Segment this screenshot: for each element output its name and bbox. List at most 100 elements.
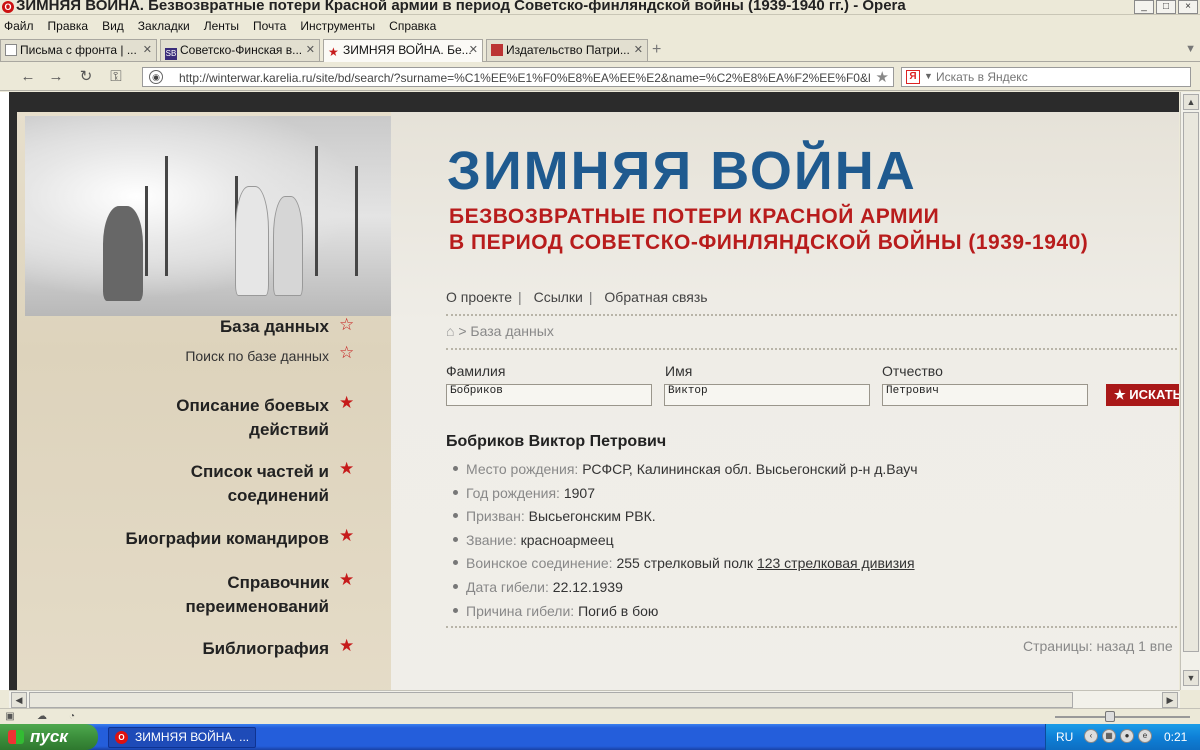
close-tab-icon[interactable]: ✕: [469, 40, 478, 60]
tab-publisher[interactable]: Издательство Патри... ✕: [486, 39, 648, 61]
taskbar-item-opera[interactable]: O ЗИМНЯЯ ВОЙНА. ...: [108, 727, 256, 748]
star-icon: ★: [339, 393, 355, 412]
death-cause-label: Причина гибели:: [466, 602, 575, 619]
tab-soviet-finnish[interactable]: SB Советско-Финская в... ✕: [160, 39, 320, 61]
division-link[interactable]: 123 стрелковая дивизия: [757, 555, 915, 571]
opera-logo-icon: O: [2, 1, 14, 13]
rank-label: Звание:: [466, 531, 517, 548]
site-info-icon[interactable]: ◉: [149, 70, 163, 84]
yandex-icon: Я: [906, 70, 920, 84]
sidebar-item-battles[interactable]: Описание боевых действий: [109, 394, 329, 442]
menu-view[interactable]: Вид: [102, 19, 124, 33]
divider: [446, 348, 1179, 350]
result-details: Место рождения: РСФСР, Калининская обл. …: [453, 458, 918, 623]
star-outline-icon: ☆: [339, 315, 355, 334]
url-text[interactable]: http://winterwar.karelia.ru/site/bd/sear…: [179, 71, 879, 85]
window-title: ЗИМНЯЯ ВОЙНА. Безвозвратные потери Красн…: [16, 0, 906, 14]
turbo-icon[interactable]: ☁: [36, 711, 48, 723]
close-tab-icon[interactable]: ✕: [634, 40, 643, 60]
search-box[interactable]: Я ▼: [901, 67, 1191, 87]
menu-bookmarks[interactable]: Закладки: [138, 19, 190, 33]
sidebar-item-database[interactable]: База данных: [220, 315, 329, 339]
list-item: Дата гибели: 22.12.1939: [453, 576, 918, 600]
maximize-button[interactable]: □: [1156, 0, 1176, 14]
scrollbar-corner: [1180, 690, 1200, 708]
sidebar-item-units[interactable]: Список частей и соединений: [129, 460, 329, 508]
nav-about[interactable]: О проекте: [446, 289, 512, 305]
speed-dial-icon[interactable]: ◔: [66, 711, 78, 723]
scroll-up-icon[interactable]: ▲: [1183, 94, 1199, 110]
sidebar-item-biographies[interactable]: Биографии командиров: [126, 527, 329, 551]
scroll-thumb[interactable]: [29, 692, 1073, 708]
nav-feedback[interactable]: Обратная связь: [604, 289, 707, 305]
surname-field[interactable]: Бобриков: [446, 384, 652, 406]
menu-file[interactable]: Файл: [4, 19, 34, 33]
start-button[interactable]: пуск: [0, 724, 98, 750]
tab-list-icon[interactable]: ▼: [1185, 43, 1196, 55]
close-tab-icon[interactable]: ✕: [306, 40, 315, 60]
bookmark-star-icon[interactable]: ★: [876, 68, 889, 86]
menu-bar: Файл Правка Вид Закладки Ленты Почта Инс…: [0, 16, 1200, 36]
chevron-down-icon[interactable]: ▼: [924, 71, 933, 81]
panel-toggle-icon[interactable]: ▣: [4, 711, 16, 723]
reload-icon[interactable]: ↻: [76, 67, 96, 87]
breadcrumb-current[interactable]: > База данных: [458, 323, 553, 339]
windows-logo-icon: [8, 730, 24, 744]
menu-help[interactable]: Справка: [389, 19, 436, 33]
navigation-toolbar: ← → ↻ ⚿ ◉ http://winterwar.karelia.ru/si…: [0, 63, 1200, 91]
security-icon[interactable]: ●: [1120, 729, 1134, 743]
network-icon[interactable]: ▦: [1102, 729, 1116, 743]
patronymic-field[interactable]: Петрович: [882, 384, 1088, 406]
name-field[interactable]: Виктор: [664, 384, 870, 406]
subtitle-line-2: В ПЕРИОД СОВЕТСКО-ФИНЛЯНДСКОЙ ВОЙНЫ (193…: [449, 231, 1089, 254]
nav-links[interactable]: Ссылки: [534, 289, 583, 305]
zoom-slider-handle[interactable]: [1105, 711, 1115, 722]
scroll-right-icon[interactable]: ▶: [1162, 692, 1178, 708]
scroll-left-icon[interactable]: ◀: [11, 692, 27, 708]
pagination[interactable]: Страницы: назад 1 впе: [1023, 638, 1173, 654]
patronymic-label: Отчество: [882, 363, 943, 379]
scroll-thumb[interactable]: [1183, 112, 1199, 652]
breadcrumb: ⌂ > База данных: [446, 323, 554, 339]
menu-edit[interactable]: Правка: [48, 19, 89, 33]
search-button[interactable]: ★ ИСКАТЬ: [1106, 384, 1179, 406]
rank-value: красноармеец: [520, 531, 614, 548]
home-icon[interactable]: ⌂: [446, 323, 454, 339]
browser-tray-icon[interactable]: e: [1138, 729, 1152, 743]
sidebar-item-database-search[interactable]: Поиск по базе данных: [185, 344, 329, 368]
top-navigation: О проекте | Ссылки | Обратная связь: [446, 289, 714, 305]
search-input[interactable]: [936, 69, 1186, 85]
menu-tools[interactable]: Инструменты: [300, 19, 375, 33]
horizontal-scrollbar[interactable]: ◀ ▶: [9, 690, 1180, 708]
zoom-slider[interactable]: [1055, 716, 1190, 718]
language-indicator[interactable]: RU: [1056, 730, 1073, 744]
system-tray: RU ‹ ▦ ● e 0:21: [1045, 724, 1200, 750]
menu-mail[interactable]: Почта: [253, 19, 286, 33]
close-tab-icon[interactable]: ✕: [143, 40, 152, 60]
minimize-button[interactable]: _: [1134, 0, 1154, 14]
scroll-down-icon[interactable]: ▼: [1183, 670, 1199, 686]
start-label: пуск: [30, 727, 68, 746]
sidebar-item-bibliography[interactable]: Библиография: [202, 637, 329, 661]
list-item: Место рождения: РСФСР, Калининская обл. …: [453, 458, 918, 482]
tab-label: Издательство Патри...: [506, 43, 630, 57]
star-icon: ★: [339, 526, 355, 545]
red-star-icon: ★: [328, 45, 339, 59]
taskbar-item-label: ЗИМНЯЯ ВОЙНА. ...: [135, 730, 250, 744]
list-item: Звание: красноармеец: [453, 529, 918, 553]
tab-letters-from-front[interactable]: Письма с фронта | ... ✕: [0, 39, 157, 61]
menu-feeds[interactable]: Ленты: [204, 19, 239, 33]
key-icon[interactable]: ⚿: [106, 67, 126, 87]
tab-winter-war[interactable]: ★ ЗИМНЯЯ ВОЙНА. Бе... ✕: [323, 39, 483, 62]
vertical-scrollbar[interactable]: ▲ ▼: [1180, 92, 1200, 690]
new-tab-icon[interactable]: +: [652, 41, 661, 59]
star-icon: ★: [1114, 387, 1126, 402]
death-cause-value: Погиб в бою: [578, 602, 659, 619]
winter-war-photo: [25, 116, 397, 316]
tray-arrow-icon[interactable]: ‹: [1084, 729, 1098, 743]
close-button[interactable]: ×: [1178, 0, 1198, 14]
forward-icon[interactable]: →: [46, 67, 66, 87]
back-icon[interactable]: ←: [18, 67, 38, 87]
address-bar[interactable]: ◉ http://winterwar.karelia.ru/site/bd/se…: [142, 67, 894, 87]
sidebar-item-renamings[interactable]: Справочник переименований: [149, 571, 329, 619]
